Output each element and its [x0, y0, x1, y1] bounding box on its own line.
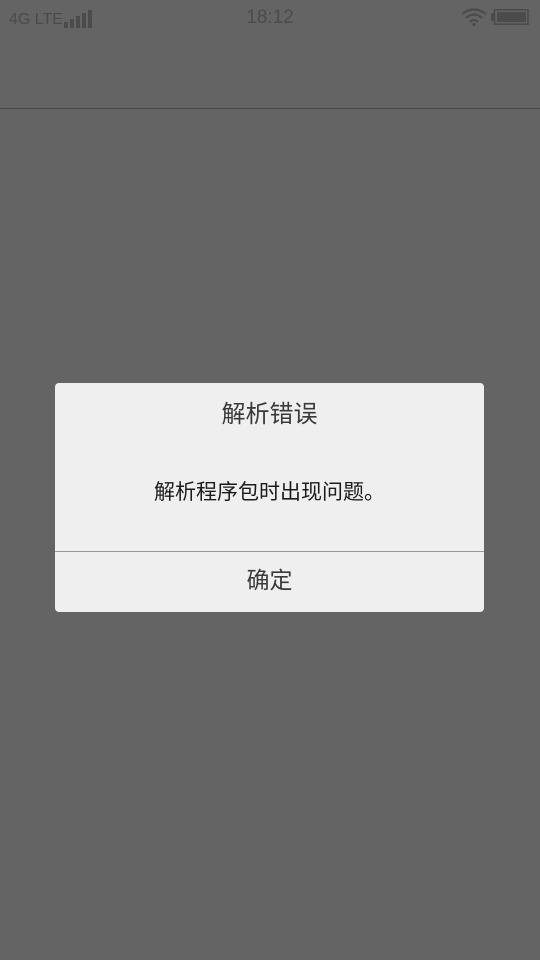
battery-icon [491, 9, 529, 25]
status-bar: 4G LTE 18:12 [0, 0, 540, 36]
action-bar [0, 36, 540, 109]
error-dialog: 解析错误 解析程序包时出现问题。 确定 [55, 383, 484, 612]
wifi-icon [461, 8, 487, 26]
dialog-title: 解析错误 [221, 400, 318, 428]
confirm-button[interactable]: 确定 [55, 552, 484, 612]
clock: 18:12 [246, 7, 294, 28]
dialog-message: 解析程序包时出现问题。 [154, 480, 385, 504]
